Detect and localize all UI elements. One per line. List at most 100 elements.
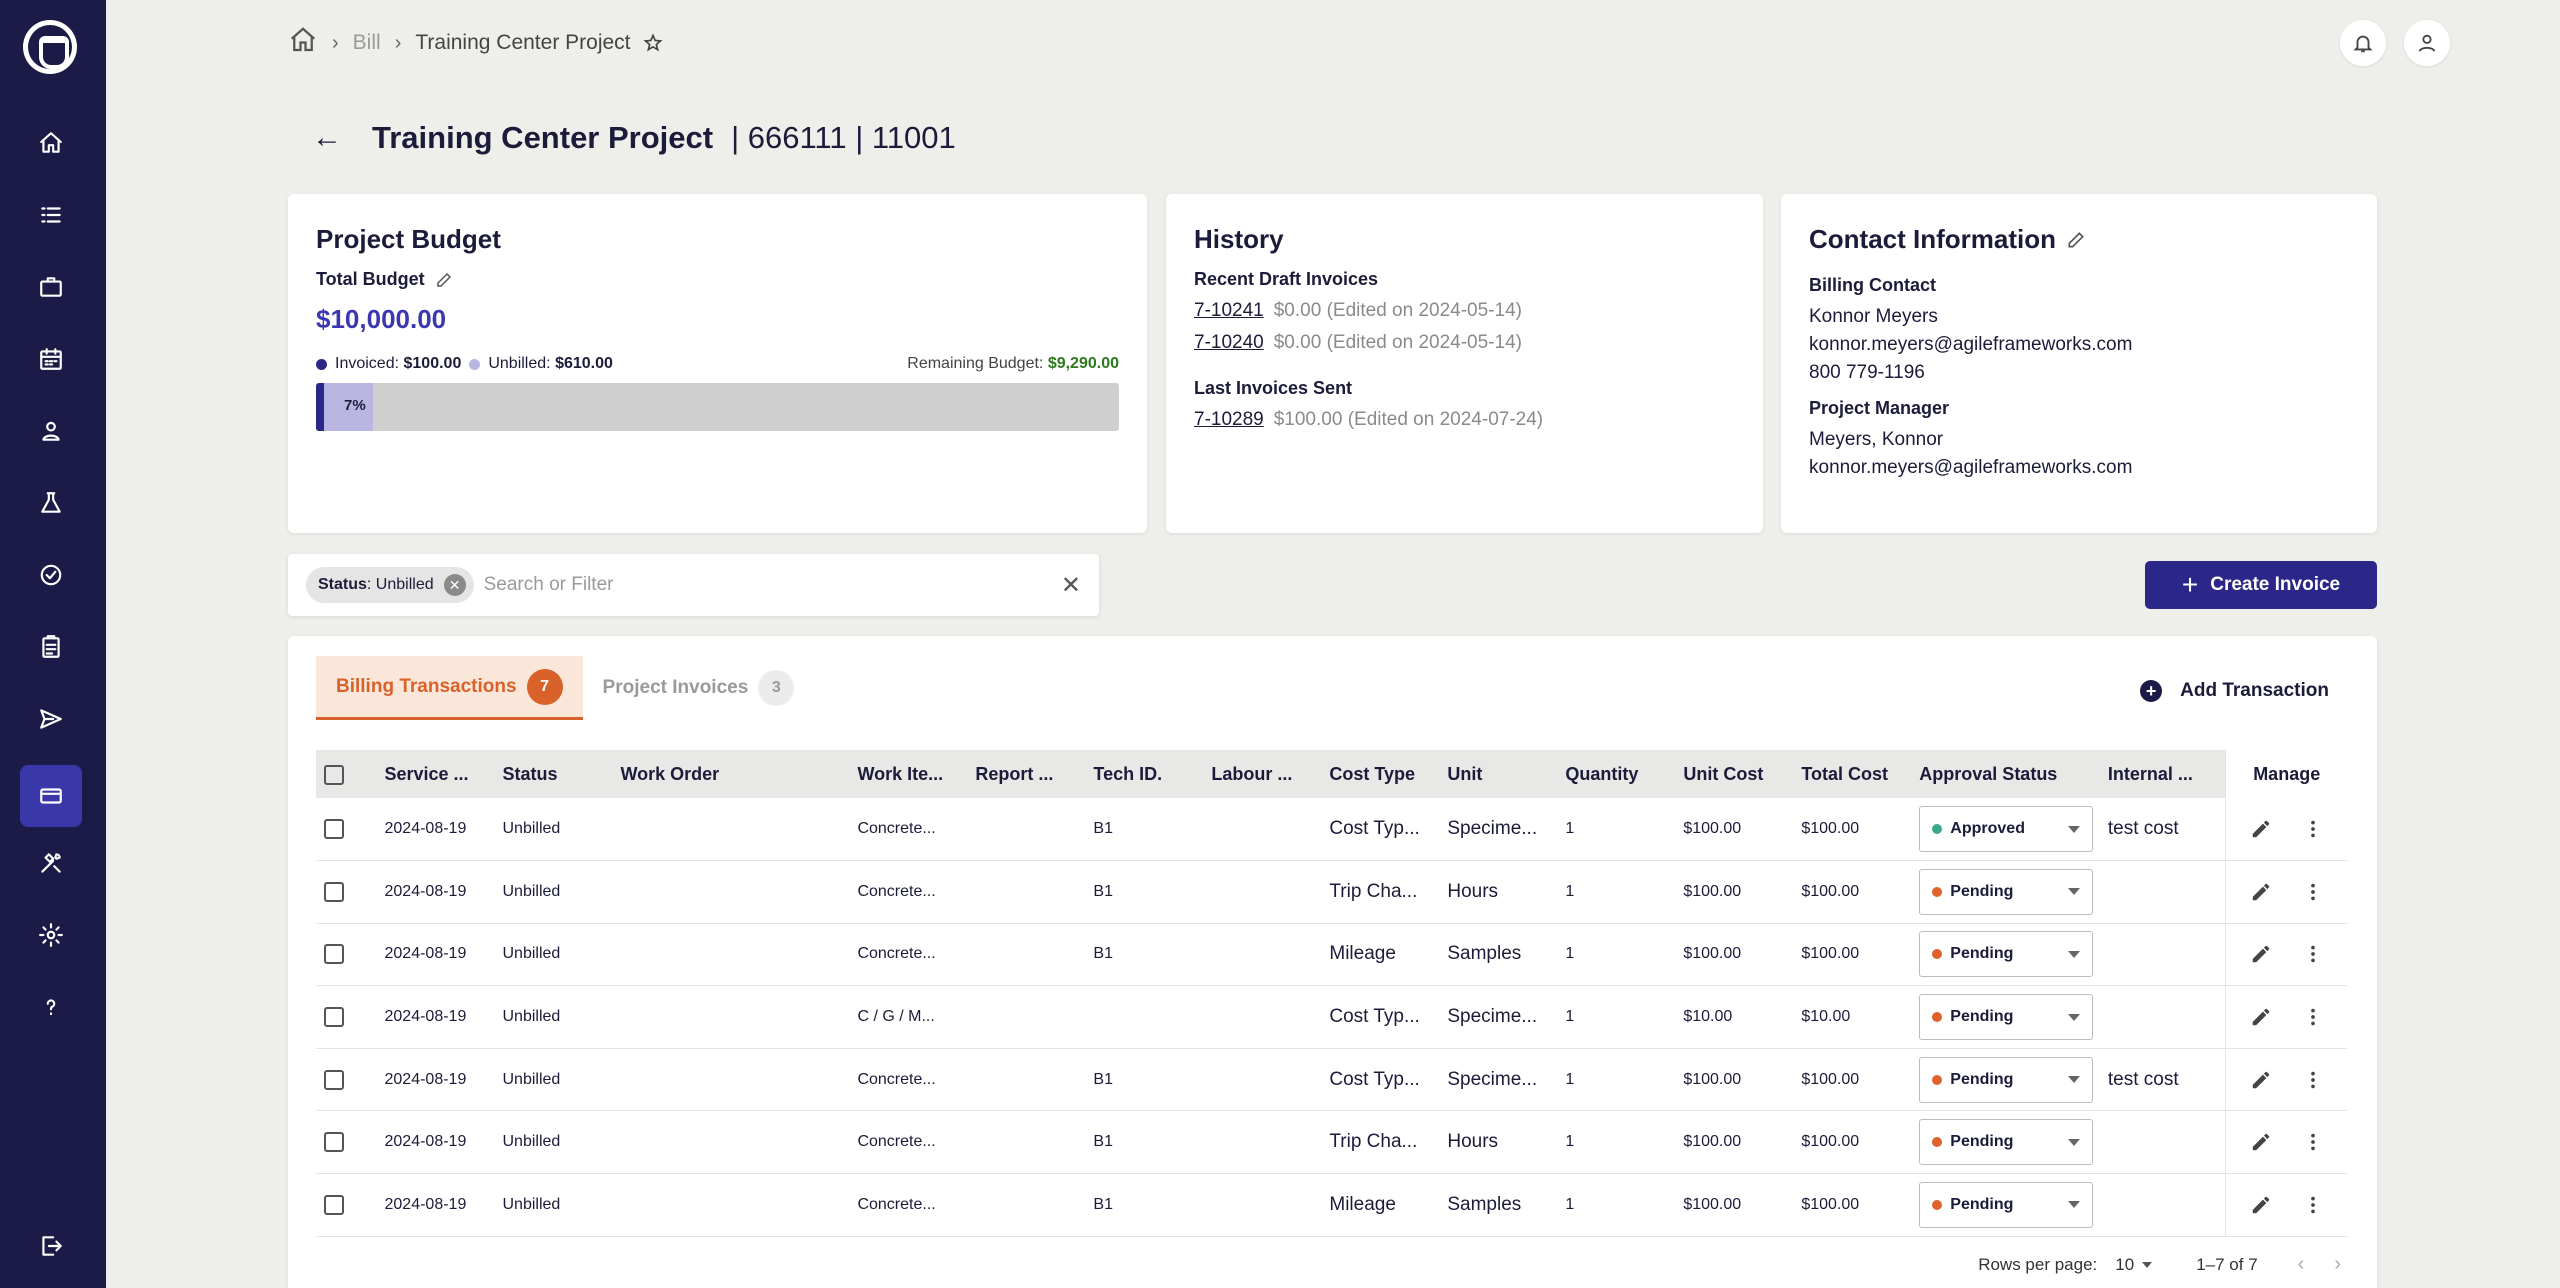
- sidebar-item-gear[interactable]: [20, 904, 82, 966]
- search-input[interactable]: [483, 574, 1061, 596]
- row-checkbox[interactable]: [324, 1007, 344, 1028]
- pencil-icon[interactable]: [2250, 1069, 2272, 1091]
- home-icon[interactable]: [288, 25, 318, 61]
- approval-status-select[interactable]: Pending: [1919, 1119, 2094, 1166]
- rows-per-page-select[interactable]: 10: [2115, 1255, 2153, 1275]
- pencil-icon[interactable]: [2250, 943, 2272, 965]
- sidebar-item-briefcase[interactable]: [20, 256, 82, 318]
- table-row[interactable]: 2024-08-19 Unbilled Concrete... B1 Cost Typ.…: [316, 1048, 2347, 1112]
- sidebar-item-check-badge[interactable]: [20, 544, 82, 606]
- sidebar-item-credit-card[interactable]: [20, 765, 82, 827]
- cell-cost-type: Cost Typ...: [1321, 798, 1440, 862]
- profile-button[interactable]: [2404, 20, 2450, 66]
- page-subtitle: | 666111 | 11001: [731, 120, 956, 155]
- more-vertical-icon[interactable]: [2302, 1131, 2324, 1153]
- approval-status-select[interactable]: Pending: [1919, 931, 2094, 978]
- sidebar-item-logout[interactable]: [20, 1215, 82, 1277]
- prev-page-icon[interactable]: ‹: [2298, 1253, 2305, 1276]
- pencil-icon[interactable]: [2250, 881, 2272, 903]
- row-checkbox[interactable]: [324, 819, 344, 840]
- invoice-link[interactable]: 7-10289: [1194, 409, 1264, 430]
- more-vertical-icon[interactable]: [2302, 1194, 2324, 1216]
- column-header[interactable]: Work Order: [612, 750, 850, 798]
- sidebar-item-send[interactable]: [20, 688, 82, 750]
- column-header[interactable]: Quantity: [1557, 750, 1676, 798]
- status-filter-chip[interactable]: Status: Unbilled ✕: [306, 567, 474, 603]
- cell-date: 2024-08-19: [376, 1173, 495, 1237]
- column-header[interactable]: Labour ...: [1203, 750, 1322, 798]
- tab-billing-transactions[interactable]: Billing Transactions 7: [316, 656, 583, 720]
- cell-unit-cost: $100.00: [1675, 1048, 1794, 1112]
- last-sent-label: Last Invoices Sent: [1194, 378, 1353, 398]
- sidebar-item-person[interactable]: [20, 400, 82, 462]
- column-header[interactable]: Status: [494, 750, 613, 798]
- table-header-row: Service ... Status Work Order Work Ite... Re…: [316, 750, 2347, 798]
- pencil-icon[interactable]: [2250, 1006, 2272, 1028]
- pencil-icon[interactable]: [435, 271, 453, 289]
- sidebar-item-help[interactable]: [20, 976, 82, 1038]
- table-row[interactable]: 2024-08-19 Unbilled Concrete... B1 Mileage Sa…: [316, 1173, 2347, 1237]
- app-logo[interactable]: [23, 20, 77, 74]
- next-page-icon[interactable]: ›: [2334, 1253, 2341, 1276]
- invoice-link[interactable]: 7-10241: [1194, 300, 1264, 321]
- more-vertical-icon[interactable]: [2302, 1006, 2324, 1028]
- more-vertical-icon[interactable]: [2302, 881, 2324, 903]
- column-header[interactable]: Cost Type: [1321, 750, 1440, 798]
- sidebar-item-home[interactable]: [20, 112, 82, 174]
- column-header[interactable]: Service ...: [376, 750, 495, 798]
- clear-search-icon[interactable]: ✕: [1061, 571, 1081, 600]
- column-header[interactable]: Approval Status: [1911, 750, 2100, 798]
- breadcrumb-bill[interactable]: Bill: [353, 31, 381, 55]
- row-checkbox[interactable]: [324, 1132, 344, 1153]
- star-icon[interactable]: [642, 33, 663, 53]
- table-row[interactable]: 2024-08-19 Unbilled C / G / M... Cost Typ..…: [316, 985, 2347, 1049]
- column-header[interactable]: Report ...: [967, 750, 1086, 798]
- cell-approval: Pending: [1911, 860, 2100, 924]
- row-checkbox[interactable]: [324, 881, 344, 902]
- remove-chip-icon[interactable]: ✕: [443, 574, 466, 596]
- table-row[interactable]: 2024-08-19 Unbilled Concrete... B1 Trip Cha.…: [316, 860, 2347, 924]
- select-all-checkbox[interactable]: [324, 764, 344, 785]
- sidebar-item-tools[interactable]: [20, 832, 82, 894]
- pencil-icon[interactable]: [2250, 1131, 2272, 1153]
- create-invoice-button[interactable]: + Create Invoice: [2145, 561, 2377, 609]
- row-checkbox[interactable]: [324, 944, 344, 965]
- approval-status-select[interactable]: Pending: [1919, 1056, 2094, 1103]
- more-vertical-icon[interactable]: [2302, 818, 2324, 840]
- column-header[interactable]: Unit Cost: [1675, 750, 1794, 798]
- row-checkbox[interactable]: [324, 1194, 344, 1215]
- sidebar-item-clipboard[interactable]: [20, 616, 82, 678]
- cell-work-order: [612, 1173, 850, 1237]
- contact-card: Contact Information Billing Contact Konn…: [1781, 194, 2377, 533]
- approval-status-select[interactable]: Approved: [1919, 806, 2094, 853]
- column-header[interactable]: Total Cost: [1793, 750, 1912, 798]
- cell-internal: [2099, 860, 2226, 924]
- approval-status-select[interactable]: Pending: [1919, 994, 2094, 1041]
- more-vertical-icon[interactable]: [2302, 1069, 2324, 1091]
- invoiced-fill: [316, 383, 325, 431]
- table-row[interactable]: 2024-08-19 Unbilled Concrete... B1 Mileage Sa…: [316, 923, 2347, 987]
- sidebar-item-calendar[interactable]: [20, 328, 82, 390]
- table-row[interactable]: 2024-08-19 Unbilled Concrete... B1 Trip Cha.…: [316, 1110, 2347, 1175]
- cell-unit-cost: $100.00: [1675, 923, 1794, 987]
- back-arrow-icon[interactable]: ←: [312, 121, 342, 155]
- pencil-icon[interactable]: [2250, 1194, 2272, 1216]
- column-header[interactable]: Tech ID.: [1085, 750, 1204, 798]
- approval-status-select[interactable]: Pending: [1919, 1181, 2094, 1228]
- approval-status-select[interactable]: Pending: [1919, 868, 2094, 915]
- more-vertical-icon[interactable]: [2302, 943, 2324, 965]
- pencil-icon[interactable]: [2066, 230, 2086, 250]
- column-header[interactable]: Work Ite...: [849, 750, 968, 798]
- invoice-link[interactable]: 7-10240: [1194, 332, 1264, 353]
- add-transaction-button[interactable]: + Add Transaction: [2140, 680, 2329, 702]
- column-header[interactable]: Manage: [2225, 750, 2347, 798]
- sidebar-item-flask[interactable]: [20, 472, 82, 534]
- tab-project-invoices[interactable]: Project Invoices 3: [583, 656, 815, 720]
- pencil-icon[interactable]: [2250, 818, 2272, 840]
- row-checkbox[interactable]: [324, 1069, 344, 1090]
- notifications-button[interactable]: [2340, 20, 2386, 66]
- sidebar-item-list[interactable]: [20, 184, 82, 246]
- column-header[interactable]: Unit: [1439, 750, 1558, 798]
- column-header[interactable]: Internal ...: [2099, 750, 2226, 798]
- table-row[interactable]: 2024-08-19 Unbilled Concrete... B1 Cost Typ.…: [316, 798, 2347, 862]
